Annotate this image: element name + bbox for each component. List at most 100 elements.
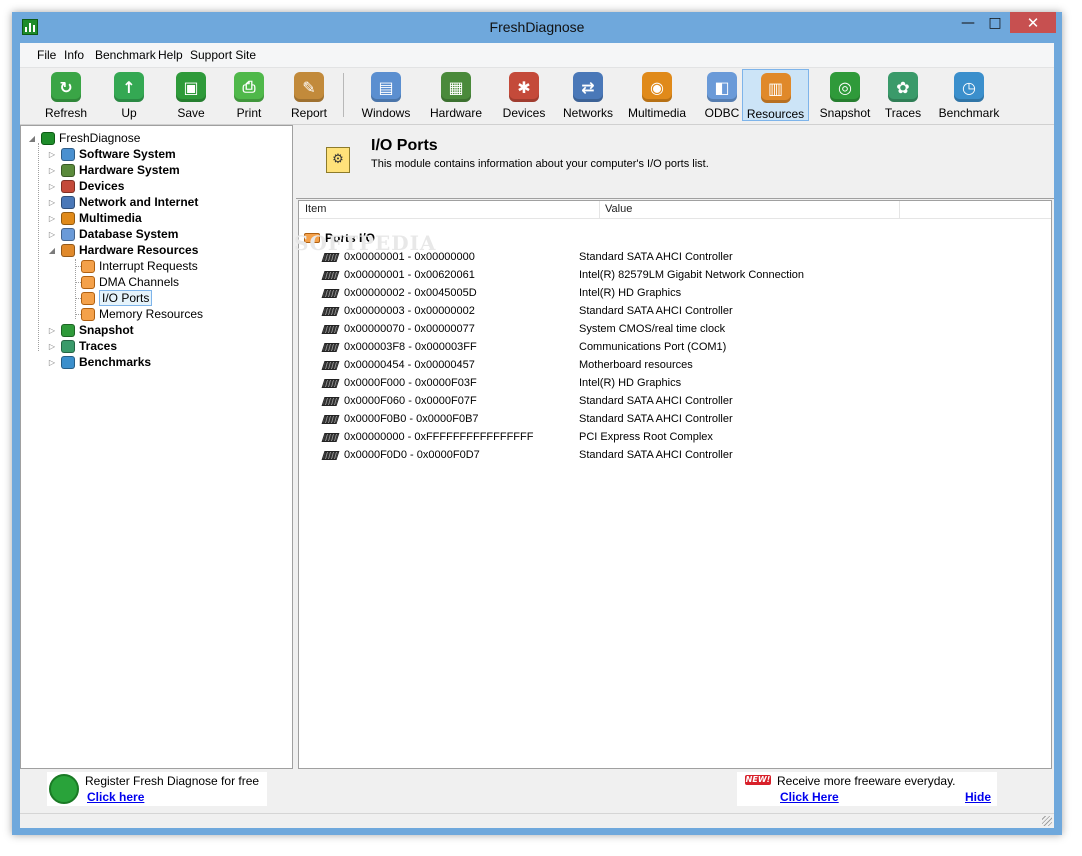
list-row[interactable]: 0x00000070 - 0x00000077 System CMOS/real … [321, 320, 1051, 338]
row-item-text: 0x0000F000 - 0x0000F03F [344, 377, 477, 389]
expand-arrow-icon[interactable]: ▷ [47, 198, 57, 207]
menu-file[interactable]: File [37, 48, 56, 62]
expand-arrow-icon[interactable]: ▷ [47, 326, 57, 335]
column-divider[interactable] [899, 201, 900, 218]
list-row[interactable]: 0x000003F8 - 0x000003FF Communications Po… [321, 338, 1051, 356]
toolbar-label: Report [290, 106, 328, 120]
tree-guide [38, 143, 39, 351]
column-value[interactable]: Value [605, 203, 632, 215]
tree-item-benchmarks[interactable]: ▷ Benchmarks [47, 354, 151, 370]
port-chip-icon [321, 432, 340, 442]
expand-arrow-icon[interactable]: ▷ [47, 358, 57, 367]
resource-chip-icon [81, 291, 95, 305]
resize-grip-icon[interactable] [1042, 816, 1052, 826]
collapse-arrow-icon[interactable]: ◢ [47, 246, 57, 255]
io-ports-list[interactable]: Item Value SOFTPEDIA Ports I/O 0x0000000… [294, 200, 1052, 769]
toolbar-hardware-button[interactable]: ▦ Hardware [423, 69, 489, 121]
toolbar-benchmark-button[interactable]: ◷ Benchmark [932, 69, 1006, 121]
column-item[interactable]: Item [305, 203, 326, 215]
menu-benchmark[interactable]: Benchmark [95, 48, 156, 62]
list-row[interactable]: 0x00000002 - 0x0045005D Intel(R) HD Graph… [321, 284, 1051, 302]
toolbar-refresh-button[interactable]: ↻ Refresh [38, 69, 94, 121]
row-item-text: 0x00000000 - 0xFFFFFFFFFFFFFFFF [344, 431, 534, 443]
toolbar-networks-button[interactable]: ⇄ Networks [553, 69, 623, 121]
tree-item-snapshot[interactable]: ▷ Snapshot [47, 322, 134, 338]
toolbar-traces-button[interactable]: ✿ Traces [878, 69, 928, 121]
toolbar-label: Devices [502, 106, 546, 120]
toolbar-print-button[interactable]: ⎙ Print [223, 69, 275, 121]
toolbar-resources-button[interactable]: ▥ Resources [742, 69, 809, 121]
report-icon: ✎ [294, 72, 324, 102]
title-bar[interactable]: FreshDiagnose — □ ✕ [12, 12, 1062, 43]
maximize-button[interactable]: □ [982, 12, 1008, 33]
minimize-button[interactable]: — [955, 12, 981, 33]
freshdiagnose-logo-icon [49, 774, 79, 804]
list-row[interactable]: 0x00000001 - 0x00000000 Standard SATA AHC… [321, 248, 1051, 266]
register-link[interactable]: Click here [87, 790, 144, 804]
tree-item-hardware-system[interactable]: ▷ Hardware System [47, 162, 180, 178]
expand-arrow-icon[interactable]: ▷ [47, 182, 57, 191]
tree-item-dma-channels[interactable]: DMA Channels [77, 274, 179, 290]
list-row[interactable]: 0x00000001 - 0x00620061 Intel(R) 82579LM … [321, 266, 1051, 284]
list-row-item: 0x00000001 - 0x00620061 [321, 269, 579, 281]
benchmark-icon: ◷ [954, 72, 984, 102]
menu-help[interactable]: Help [158, 48, 183, 62]
windows-icon: ▤ [371, 72, 401, 102]
tree-item-database-system[interactable]: ▷ Database System [47, 226, 178, 242]
list-row[interactable]: 0x00000000 - 0xFFFFFFFFFFFFFFFF PCI Expre… [321, 428, 1051, 446]
tree-item-network-and-internet[interactable]: ▷ Network and Internet [47, 194, 198, 210]
toolbar-multimedia-button[interactable]: ◉ Multimedia [620, 69, 694, 121]
expand-arrow-icon[interactable]: ▷ [47, 342, 57, 351]
collapse-arrow-icon[interactable]: ◢ [27, 134, 37, 143]
list-row[interactable]: 0x0000F0B0 - 0x0000F0B7 Standard SATA AHC… [321, 410, 1051, 428]
column-divider[interactable] [599, 201, 600, 218]
close-button[interactable]: ✕ [1010, 12, 1056, 33]
toolbar-save-button[interactable]: ▣ Save [164, 69, 218, 121]
list-row-item: 0x00000001 - 0x00000000 [321, 251, 579, 263]
toolbar-windows-button[interactable]: ▤ Windows [353, 69, 419, 121]
resource-chip-icon [81, 275, 95, 289]
expand-arrow-icon[interactable]: ▷ [47, 230, 57, 239]
toolbar-up-button[interactable]: ↑ Up [102, 69, 156, 121]
toolbar-devices-button[interactable]: ✱ Devices [492, 69, 556, 121]
list-row[interactable]: 0x00000003 - 0x00000002 Standard SATA AHC… [321, 302, 1051, 320]
tree-item-memory-resources[interactable]: Memory Resources [77, 306, 203, 322]
toolbar-label: Snapshot [819, 106, 871, 120]
navigation-tree[interactable]: ◢ FreshDiagnose ▷ Software System ▷ Hard… [20, 125, 293, 769]
list-row-item: 0x0000F060 - 0x0000F07F [321, 395, 579, 407]
hide-link[interactable]: Hide [965, 790, 991, 804]
list-row[interactable]: 0x0000F000 - 0x0000F03F Intel(R) HD Graph… [321, 374, 1051, 392]
row-item-text: 0x000003F8 - 0x000003FF [344, 341, 477, 353]
menu-info[interactable]: Info [64, 48, 84, 62]
expand-arrow-icon[interactable]: ▷ [47, 166, 57, 175]
software-system-icon [61, 147, 75, 161]
save-icon: ▣ [176, 72, 206, 102]
expand-arrow-icon[interactable]: ▷ [47, 150, 57, 159]
expand-arrow-icon[interactable]: ▷ [47, 214, 57, 223]
list-row[interactable]: 0x0000F0D0 - 0x0000F0D7 Standard SATA AHC… [321, 446, 1051, 464]
freeware-text: Receive more freeware everyday. [777, 774, 956, 788]
tree-item-software-system[interactable]: ▷ Software System [47, 146, 176, 162]
register-panel: Register Fresh Diagnose for free Click h… [47, 772, 267, 806]
freeware-link[interactable]: Click Here [780, 790, 839, 804]
list-row-item: 0x0000F000 - 0x0000F03F [321, 377, 579, 389]
tree-item-hardware-resources[interactable]: ◢ Hardware Resources [47, 242, 198, 258]
tree-item-label: Software System [79, 147, 176, 161]
list-row[interactable]: 0x0000F060 - 0x0000F07F Standard SATA AHC… [321, 392, 1051, 410]
tree-item-interrupt-requests[interactable]: Interrupt Requests [77, 258, 198, 274]
tree-item-devices[interactable]: ▷ Devices [47, 178, 124, 194]
list-row[interactable]: 0x00000454 - 0x00000457 Motherboard resou… [321, 356, 1051, 374]
tree-root[interactable]: ◢ FreshDiagnose [27, 130, 140, 146]
toolbar-label: Networks [562, 106, 613, 120]
group-ports-io[interactable]: SOFTPEDIA Ports I/O [294, 231, 435, 255]
tree-item-traces[interactable]: ▷ Traces [47, 338, 117, 354]
multimedia-icon: ◉ [642, 72, 672, 102]
row-item-text: 0x00000002 - 0x0045005D [344, 287, 477, 299]
toolbar-report-button[interactable]: ✎ Report [280, 69, 338, 121]
multimedia-icon [61, 211, 75, 225]
tree-item-multimedia[interactable]: ▷ Multimedia [47, 210, 142, 226]
menu-support-site[interactable]: Support Site [190, 48, 256, 62]
toolbar-snapshot-button[interactable]: ◎ Snapshot [812, 69, 878, 121]
row-value-text: Communications Port (COM1) [579, 341, 727, 353]
tree-item-io-ports[interactable]: I/O Ports [77, 290, 153, 306]
